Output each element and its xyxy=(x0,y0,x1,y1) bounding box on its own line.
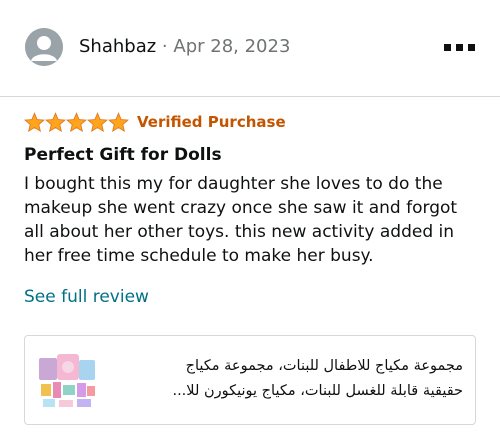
review-header: Shahbaz · Apr 28, 2023 xyxy=(0,0,500,96)
star-icon xyxy=(66,112,87,132)
star-rating xyxy=(24,112,129,132)
star-icon xyxy=(87,112,108,132)
star-icon xyxy=(108,112,129,132)
reviewer-line: Shahbaz · Apr 28, 2023 xyxy=(79,35,290,59)
name-date-separator: · xyxy=(161,36,168,57)
divider xyxy=(0,96,500,97)
rating-row: Verified Purchase xyxy=(24,111,286,133)
avatar[interactable] xyxy=(25,28,63,66)
review-date: Apr 28, 2023 xyxy=(173,36,291,57)
star-icon xyxy=(45,112,66,132)
see-full-review-link[interactable]: See full review xyxy=(24,285,149,309)
product-title-line-1: مجموعة مكياج للاطفال للبنات، مجموعة مكيا… xyxy=(185,358,463,374)
review-body: I bought this my for daughter she loves … xyxy=(24,174,458,266)
product-thumbnail xyxy=(37,352,97,410)
star-icon xyxy=(24,112,45,132)
verified-purchase-badge: Verified Purchase xyxy=(137,113,286,131)
product-title: مجموعة مكياج للاطفال للبنات، مجموعة مكيا… xyxy=(107,354,463,404)
person-silhouette-icon xyxy=(25,28,63,66)
product-card[interactable]: مجموعة مكياج للاطفال للبنات، مجموعة مكيا… xyxy=(24,335,476,425)
more-options-icon[interactable] xyxy=(444,44,482,54)
review-title: Perfect Gift for Dolls xyxy=(24,145,222,165)
reviewer-name[interactable]: Shahbaz xyxy=(79,36,156,57)
product-title-line-2: حقيقية قابلة للغسل للبنات، مكياج يونيكور… xyxy=(172,383,463,399)
